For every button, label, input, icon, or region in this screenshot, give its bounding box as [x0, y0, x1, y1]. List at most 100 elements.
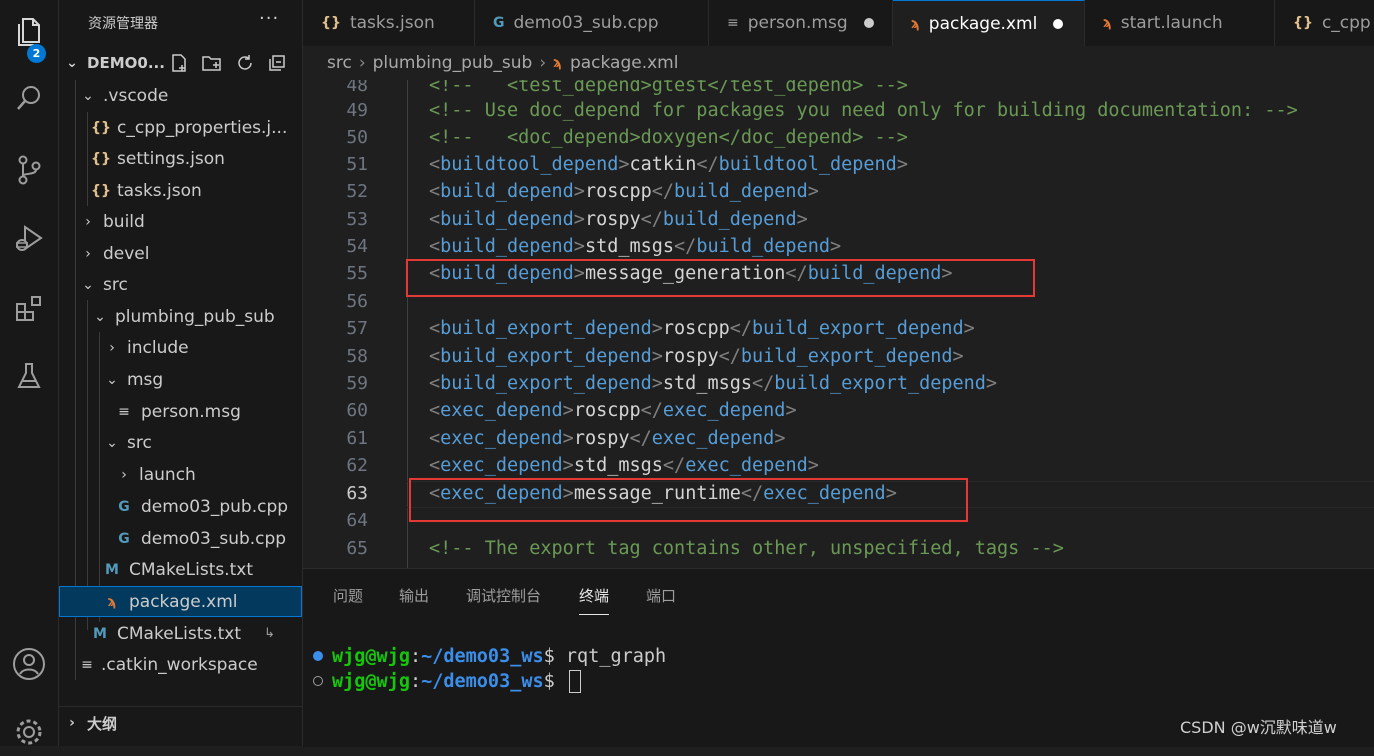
xml-tag: build_export_depend — [440, 346, 652, 367]
line-number: 56 — [346, 291, 368, 312]
tree-file-demo03-pub[interactable]: Gdemo03_pub.cpp — [59, 491, 302, 522]
tab-c-cpp-properties[interactable]: {} c_cpp — [1275, 0, 1374, 46]
chevron-right-icon: › — [69, 715, 75, 731]
tree-file-cmakelists-inner[interactable]: M CMakeLists.txt — [59, 554, 302, 585]
line-number: 55 — [346, 263, 368, 284]
terminal-line: wjg@wjg: ~/demo03_ws $ rqt_graph — [313, 643, 666, 669]
tab-demo03-sub-cpp[interactable]: Gdemo03_sub.cpp — [475, 0, 709, 46]
run-debug-icon[interactable] — [0, 214, 58, 262]
code-line: 57 <build_export_depend>roscpp</build_ex… — [303, 315, 1374, 342]
tree-folder-plumbing-pub-sub[interactable]: ⌄ plumbing_pub_sub — [59, 301, 302, 332]
xml-tag: build_depend — [662, 209, 797, 230]
xml-text: catkin — [629, 154, 697, 175]
tab-label: start.launch — [1120, 13, 1223, 33]
line-number: 60 — [346, 400, 368, 421]
tree-file-person-msg[interactable]: ≡ person.msg — [59, 396, 302, 427]
xml-tag: build_depend — [440, 236, 574, 257]
tree-file-catkin-workspace[interactable]: ≡ .catkin_workspace — [59, 649, 302, 680]
line-number: 59 — [346, 373, 368, 394]
tree-file-tasks-json[interactable]: {} tasks.json — [59, 175, 302, 206]
panel-tab-output[interactable]: 输出 — [399, 585, 429, 606]
cpp-file-icon: G — [118, 530, 130, 547]
line-number: 52 — [346, 181, 368, 202]
testing-icon[interactable] — [0, 352, 58, 400]
tree-folder-vscode[interactable]: ⌄ .vscode — [59, 80, 302, 111]
tab-package-xml[interactable]: ϡ package.xml — [893, 0, 1085, 46]
tree-file-settings-json[interactable]: {} settings.json — [59, 143, 302, 174]
terminal-line[interactable]: wjg@wjg: ~/demo03_ws $ — [313, 668, 581, 694]
terminal-separator: : — [409, 670, 422, 692]
xml-text: roscpp — [584, 181, 652, 202]
xml-text: rospy — [584, 209, 641, 230]
line-number: 54 — [346, 236, 368, 257]
tree-file-cmakelists-root[interactable]: M CMakeLists.txt ↳ — [59, 618, 302, 649]
line-number: 58 — [346, 346, 368, 367]
panel-tab-terminal[interactable]: 终端 — [579, 585, 610, 615]
new-file-icon[interactable] — [169, 53, 189, 77]
workspace-root-label: DEMO0... — [87, 54, 165, 72]
breadcrumb-plumbing-pub-sub[interactable]: plumbing_pub_sub — [373, 53, 533, 73]
code-line: 58 <build_export_depend>rospy</build_exp… — [303, 343, 1374, 370]
code-line: 65 <!-- The export tag contains other, u… — [303, 535, 1374, 562]
comment-text: <test_depend>gtest</test_depend> — [506, 80, 864, 96]
code-editor[interactable]: 48 <!-- <test_depend>gtest</test_depend>… — [303, 80, 1374, 568]
refresh-icon[interactable] — [235, 53, 255, 77]
tab-start-launch[interactable]: ϡ start.launch — [1085, 0, 1275, 46]
tab-label: c_cpp — [1321, 13, 1371, 33]
source-control-icon[interactable] — [0, 146, 58, 194]
code-line: 61 <exec_depend>rospy</exec_depend> — [303, 425, 1374, 452]
tree-folder-include[interactable]: › include — [59, 332, 302, 363]
command-status-dot-icon — [313, 676, 323, 686]
rss-xml-file-icon: ϡ — [911, 15, 920, 32]
highlight-box-build-depend — [406, 259, 1035, 297]
line-number: 64 — [346, 510, 368, 531]
tree-folder-devel[interactable]: › devel — [59, 238, 302, 269]
code-line: 62 <exec_depend>std_msgs</exec_depend> — [303, 452, 1374, 479]
tree-folder-msg[interactable]: ⌄ msg — [59, 364, 302, 395]
settings-gear-icon[interactable] — [0, 708, 58, 756]
line-number: 62 — [346, 455, 368, 476]
tree-label: msg — [127, 369, 164, 390]
chevron-down-icon: ⌄ — [94, 308, 106, 325]
cmake-file-icon: M — [105, 561, 119, 578]
rss-xml-file-icon: ϡ — [107, 593, 117, 610]
tree-folder-launch[interactable]: › launch — [59, 459, 302, 490]
breadcrumb-package-xml[interactable]: package.xml — [570, 53, 679, 73]
tree-folder-build[interactable]: › build — [59, 206, 302, 237]
unsaved-dot-icon[interactable] — [863, 18, 874, 28]
panel-tab-problems[interactable]: 问题 — [333, 585, 363, 606]
tree-file-demo03-sub[interactable]: Gdemo03_sub.cpp — [59, 523, 302, 554]
chevron-right-icon: › — [85, 213, 91, 230]
code-line: 59 <build_export_depend>std_msgs</build_… — [303, 370, 1374, 397]
tab-person-msg[interactable]: ≡ person.msg — [709, 0, 893, 46]
terminal-user: wjg@wjg — [332, 670, 410, 692]
more-actions-button[interactable]: ··· — [259, 8, 279, 29]
xml-tag: exec_depend — [685, 455, 808, 476]
unsaved-dot-icon[interactable] — [1053, 18, 1064, 29]
account-icon[interactable] — [0, 640, 58, 688]
tree-file-package-xml[interactable]: ϡ package.xml — [59, 586, 302, 617]
collapse-all-icon[interactable] — [267, 53, 287, 77]
tree-file-c-cpp-properties[interactable]: {} c_cpp_properties.j... — [59, 112, 302, 143]
search-icon[interactable] — [0, 74, 58, 122]
panel-tab-debug-console[interactable]: 调试控制台 — [466, 585, 541, 606]
terminal-cursor[interactable] — [568, 669, 581, 693]
tree-folder-src-inner[interactable]: ⌄ src — [59, 427, 302, 458]
breadcrumb-src[interactable]: src — [327, 53, 352, 73]
outline-section[interactable]: › 大纲 — [59, 706, 302, 739]
extensions-icon[interactable] — [0, 284, 58, 332]
code-line: 50 <!-- <doc_depend>doxygen</doc_depend>… — [303, 124, 1374, 151]
tree-label: package.xml — [129, 591, 238, 612]
tab-tasks-json[interactable]: {} tasks.json — [303, 0, 475, 46]
new-folder-icon[interactable] — [201, 53, 223, 77]
chevron-right-icon: › — [85, 245, 91, 262]
xml-tag: build_export_depend — [752, 318, 964, 339]
terminal-path: ~/demo03_ws — [421, 645, 544, 667]
tree-folder-src[interactable]: ⌄ src — [59, 269, 302, 300]
explorer-icon[interactable]: 2 — [0, 8, 58, 63]
tree-label: person.msg — [141, 401, 241, 422]
explorer-badge: 2 — [27, 44, 46, 63]
panel-tab-ports[interactable]: 端口 — [646, 585, 676, 606]
line-number: 57 — [346, 318, 368, 339]
line-number: 49 — [346, 100, 368, 121]
